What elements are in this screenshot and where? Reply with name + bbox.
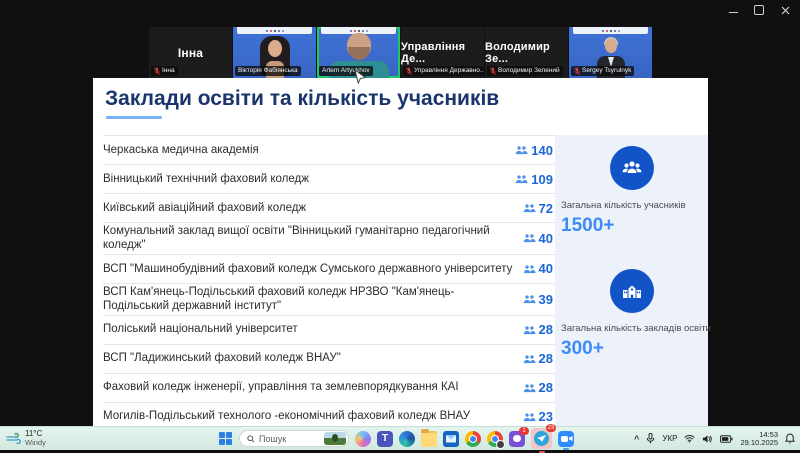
list-item: Київський авіаційний фаховий коледж 72 (103, 193, 555, 222)
participant-name-label: Sergey Tsyrulnyk (571, 66, 634, 76)
stat-total-institutions: Загальна кількість закладів освіти 300+ (555, 269, 708, 360)
maximize-button[interactable] (754, 5, 764, 15)
language-indicator[interactable]: УКР (662, 434, 677, 443)
microphone-icon[interactable] (646, 433, 655, 444)
list-item: Комунальний заклад вищої освіти "Вінниць… (103, 222, 555, 254)
mic-muted-icon (406, 67, 412, 75)
summary-panel: Загальна кількість учасників 1500+ Загал… (555, 135, 708, 427)
participant-tile-viktoriia[interactable]: Вікторія Фабіянська (233, 27, 316, 78)
school-building-icon (610, 269, 654, 313)
mouse-cursor (354, 69, 366, 90)
telegram-badge: 23 (546, 424, 556, 432)
participants-icon (523, 383, 536, 393)
participants-icon (523, 412, 536, 422)
mic-muted-icon (154, 67, 160, 75)
list-item: Поліський національний університет 28 (103, 315, 555, 344)
participant-count: 28 (539, 351, 553, 366)
search-placeholder: Пошук (259, 434, 320, 444)
participant-count: 28 (539, 380, 553, 395)
participant-name-label: Управління Державно... (403, 66, 484, 76)
list-item: ВСП "Ладижинський фаховий коледж ВНАУ" 2… (103, 344, 555, 373)
participant-name-label: Володимир Зелений (487, 66, 563, 76)
weather-widget[interactable]: 11°C Windy (6, 429, 46, 447)
speaker-icon[interactable] (702, 434, 713, 444)
weather-condition: Windy (25, 438, 46, 447)
telegram-icon[interactable]: 23 (531, 428, 552, 449)
stat-label: Загальна кількість учасників (555, 200, 708, 211)
chrome-icon[interactable] (465, 431, 481, 447)
wind-icon (6, 432, 21, 444)
weather-temperature: 11°C (25, 429, 46, 438)
conference-banner (237, 27, 312, 34)
mic-muted-icon (574, 67, 580, 75)
viber-icon[interactable]: 1 (509, 431, 525, 447)
participant-count: 109 (531, 172, 553, 187)
slide-title: Заклади освіти та кількість учасників (105, 87, 499, 111)
participant-tile-upravlinnia[interactable]: Управління Де... Управління Державно... (401, 27, 484, 78)
participants-icon (523, 233, 536, 243)
clock[interactable]: 14:53 29.10.2025 (740, 431, 778, 447)
minimize-button[interactable] (728, 5, 738, 15)
participant-count: 23 (539, 409, 553, 424)
taskbar-search[interactable]: Пошук (239, 430, 349, 447)
search-icon (247, 435, 255, 443)
window-controls (728, 5, 790, 15)
close-icon (781, 6, 790, 15)
list-item: ВСП "Машинобудівний фаховий коледж Сумсь… (103, 254, 555, 283)
system-tray: ^ УКР 14:53 29.10.2025 (634, 427, 795, 450)
conference-banner (573, 27, 648, 34)
mic-muted-icon (490, 67, 496, 75)
participants-icon (523, 294, 536, 304)
file-explorer-icon[interactable] (421, 431, 437, 447)
participant-count: 40 (539, 261, 553, 276)
participants-icon (523, 203, 536, 213)
tray-date: 29.10.2025 (740, 439, 778, 447)
participant-tile-volodymyr[interactable]: Володимир Зе... Володимир Зелений (485, 27, 568, 78)
participant-name-label: Інна (151, 66, 178, 76)
teams-icon[interactable]: T (377, 431, 393, 447)
stat-value: 1500+ (555, 215, 708, 237)
title-underline (106, 116, 162, 119)
list-item: Вінницький технічний фаховий коледж 109 (103, 164, 555, 193)
copilot-icon[interactable] (355, 431, 371, 447)
zoom-app-icon[interactable] (558, 431, 574, 447)
participants-icon (515, 174, 528, 184)
outlook-icon[interactable] (443, 431, 459, 447)
list-item: Черкаська медична академія 140 (103, 135, 555, 164)
tray-expand-chevron-icon[interactable]: ^ (634, 434, 639, 444)
list-item: Фаховий коледж інженерії, управління та … (103, 373, 555, 402)
close-button[interactable] (780, 5, 790, 15)
participant-tile-sergey[interactable]: Sergey Tsyrulnyk (569, 27, 652, 78)
wifi-icon[interactable] (684, 434, 695, 443)
battery-icon[interactable] (720, 435, 733, 443)
stat-total-participants: Загальна кількість учасників 1500+ (555, 146, 708, 237)
participant-tile-inna[interactable]: Інна Інна (149, 27, 232, 78)
participants-icon (610, 146, 654, 190)
institutions-list: Черкаська медична академія 140 Вінницьки… (103, 135, 555, 432)
participant-count: 40 (539, 231, 553, 246)
participants-icon (523, 264, 536, 274)
stat-label: Загальна кількість закладів освіти (555, 323, 708, 334)
chrome-secondary-icon[interactable] (487, 431, 503, 447)
windows-start-button[interactable] (219, 432, 233, 446)
edge-icon[interactable] (399, 431, 415, 447)
participant-count: 39 (539, 292, 553, 307)
participants-icon (515, 145, 528, 155)
participant-name-label: Вікторія Фабіянська (235, 66, 301, 76)
search-highlight-image (324, 432, 346, 445)
taskbar: 11°C Windy Пошук T 1 23 ^ УКР (0, 426, 800, 450)
participant-count: 72 (539, 201, 553, 216)
viber-badge: 1 (519, 427, 529, 435)
list-item: ВСП Кам'янець-Подільський фаховий коледж… (103, 283, 555, 315)
participants-icon (523, 325, 536, 335)
participant-count: 28 (539, 322, 553, 337)
participants-icon (523, 354, 536, 364)
participant-count: 140 (531, 143, 553, 158)
notification-bell-icon[interactable] (785, 433, 795, 444)
stat-value: 300+ (555, 338, 708, 360)
participant-video-strip: Інна Інна Вікторія Фабіянська Artem Arty… (149, 27, 652, 78)
shared-screen-slide: Заклади освіти та кількість учасників Че… (93, 78, 708, 427)
